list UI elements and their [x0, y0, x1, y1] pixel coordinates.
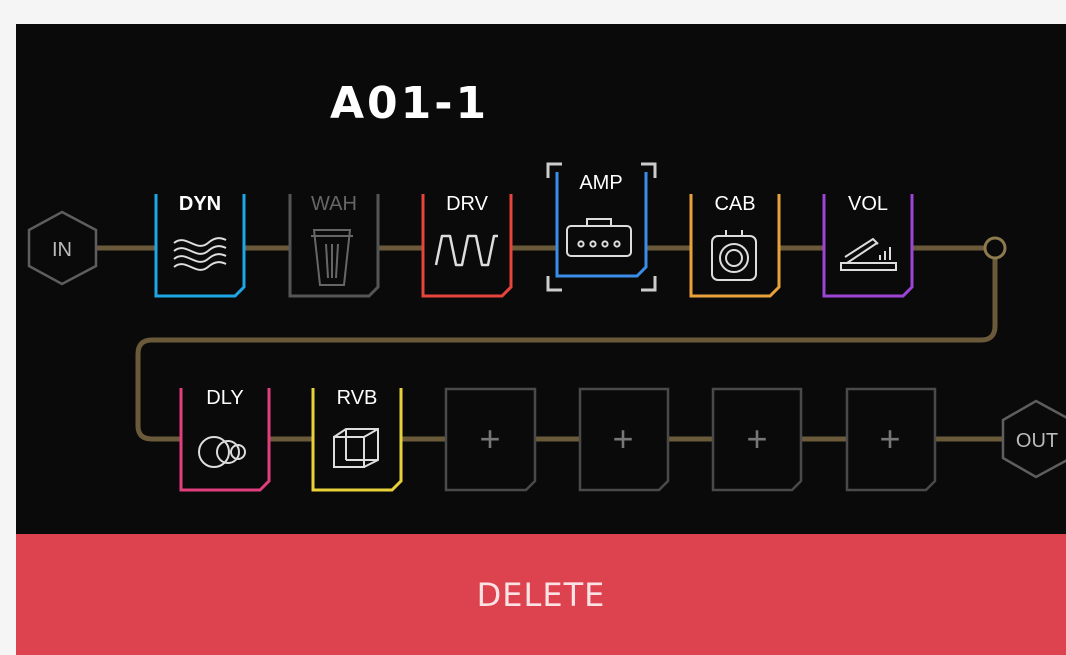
- add-block-plus-icon: +: [612, 418, 633, 459]
- add-block-plus-icon: +: [746, 418, 767, 459]
- empty-slot[interactable]: +: [444, 387, 537, 492]
- block-label-wah: WAH: [311, 193, 357, 215]
- delete-label: DELETE: [476, 575, 606, 614]
- signal-chain: IN OUT DYN WAH DRV AMP CAB VOL DLY RVB +…: [27, 162, 1066, 492]
- delete-button[interactable]: DELETE: [16, 534, 1066, 655]
- block-vol[interactable]: VOL: [822, 188, 914, 298]
- block-label-dly: DLY: [206, 387, 243, 409]
- block-label-drv: DRV: [446, 193, 489, 215]
- block-rvb[interactable]: RVB: [311, 382, 403, 492]
- block-wah[interactable]: WAH: [288, 188, 380, 298]
- block-label-cab: CAB: [714, 193, 755, 215]
- chain-bend-node: [983, 236, 1007, 260]
- output-label: OUT: [1016, 430, 1058, 452]
- signal-chain-screen: A01-1 IN OUT DYN WAH DRV AMP CAB VOL DLY…: [16, 24, 1066, 534]
- block-label-rvb: RVB: [337, 387, 378, 409]
- empty-slot[interactable]: +: [845, 387, 937, 492]
- block-cab[interactable]: CAB: [689, 188, 781, 298]
- block-label-vol: VOL: [848, 193, 888, 215]
- block-dyn[interactable]: DYN: [154, 188, 246, 298]
- block-label-dyn: DYN: [179, 193, 221, 215]
- block-label-amp: AMP: [579, 172, 622, 194]
- add-block-plus-icon: +: [479, 418, 500, 459]
- empty-slot[interactable]: +: [711, 387, 803, 492]
- input-label: IN: [52, 239, 72, 261]
- block-amp[interactable]: AMP: [546, 162, 657, 292]
- input-node[interactable]: IN: [27, 210, 98, 286]
- block-dly[interactable]: DLY: [179, 382, 271, 492]
- output-node[interactable]: OUT: [1001, 399, 1066, 479]
- empty-slot[interactable]: +: [578, 387, 670, 492]
- block-drv[interactable]: DRV: [421, 188, 513, 298]
- add-block-plus-icon: +: [879, 418, 900, 459]
